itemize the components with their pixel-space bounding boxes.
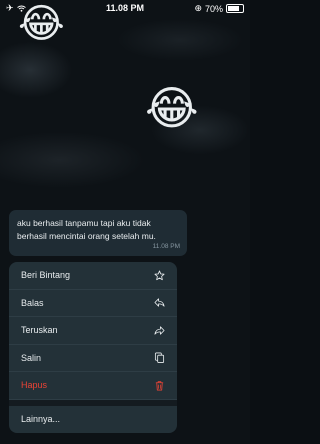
reply-icon (154, 297, 165, 308)
menu-item-star[interactable]: Beri Bintang (9, 262, 177, 290)
message-context-menu: Beri Bintang Balas Teruskan Salin Hapus … (9, 262, 177, 433)
menu-item-label: Teruskan (21, 325, 58, 336)
menu-item-label: Balas (21, 297, 44, 308)
menu-item-copy[interactable]: Salin (9, 345, 177, 372)
battery-icon (226, 4, 244, 13)
message-text: aku berhasil tanpamu tapi aku tidak berh… (17, 218, 156, 241)
menu-item-label: Salin (21, 352, 42, 363)
laughing-emoji-top: 😂 (18, 1, 65, 47)
laughing-emoji-middle: 😂 (145, 81, 199, 135)
menu-item-label: Hapus (21, 380, 48, 391)
selected-message-bubble[interactable]: aku berhasil tanpamu tapi aku tidak berh… (9, 210, 187, 256)
menu-item-label: Beri Bintang (21, 270, 71, 281)
copy-icon (154, 352, 165, 364)
menu-item-delete[interactable]: Hapus (9, 372, 177, 400)
forward-icon (154, 325, 165, 336)
battery-percent: 70% (204, 3, 223, 14)
menu-item-reply[interactable]: Balas (9, 290, 177, 317)
menu-item-more[interactable]: Lainnya... (9, 406, 177, 434)
star-icon (154, 270, 165, 281)
menu-item-forward[interactable]: Teruskan (9, 317, 177, 345)
menu-item-label: Lainnya... (21, 414, 61, 425)
trash-icon (154, 380, 165, 391)
status-right: ⊕ 70% (194, 3, 244, 14)
orientation-lock-icon: ⊕ (194, 3, 202, 13)
message-time: 11.08 PM (152, 243, 180, 250)
